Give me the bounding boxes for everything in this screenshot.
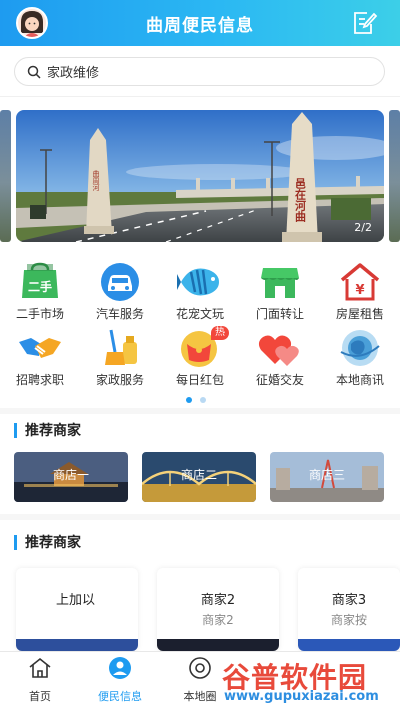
- section-separator: [0, 408, 400, 414]
- car-icon: [97, 262, 143, 302]
- svg-text:¥: ¥: [355, 283, 364, 298]
- red-packet-icon: 热: [177, 326, 229, 368]
- handshake-icon: [17, 328, 63, 368]
- section-title: 推荐商家: [25, 535, 81, 551]
- merchant-card-1[interactable]: 上加以: [16, 568, 138, 651]
- merchant-card-3[interactable]: 商家3 商家按: [298, 568, 400, 651]
- category-label: 家政服务: [95, 373, 144, 387]
- banner-prev-peek[interactable]: [0, 110, 11, 242]
- tab-home[interactable]: 首页: [0, 656, 80, 704]
- category-local-news[interactable]: 本地商讯: [320, 328, 400, 388]
- fish-icon: [177, 262, 223, 302]
- page-title: 曲周便民信息: [146, 15, 254, 36]
- category-housekeeping[interactable]: 家政服务: [80, 328, 160, 388]
- cleaning-icon: [97, 328, 143, 368]
- banner-image: 曲周河 邑在河曲: [16, 110, 384, 242]
- merchant-image-strip: [16, 639, 138, 651]
- pager-dot[interactable]: [200, 397, 206, 403]
- shop-name: 商店三: [308, 468, 345, 482]
- banner-sign-left: 曲周河: [92, 169, 100, 191]
- shop-name: 商店一: [52, 468, 89, 482]
- section-separator: [0, 514, 400, 520]
- section-header: 推荐商家: [14, 420, 81, 440]
- category-label: 本地商讯: [335, 373, 384, 387]
- shop-card-2[interactable]: 商店二: [142, 452, 256, 502]
- category-label: 征婚交友: [255, 373, 304, 387]
- category-label: 门面转让: [255, 307, 304, 321]
- pager-dot-active[interactable]: [186, 397, 192, 403]
- divider: [0, 96, 400, 97]
- category-second-hand[interactable]: 二手 二手市场: [0, 262, 80, 322]
- merchant-subtitle: 商家2: [202, 613, 234, 627]
- avatar[interactable]: [16, 7, 48, 39]
- category-jobs[interactable]: 招聘求职: [0, 328, 80, 388]
- merchant-name: 上加以: [56, 593, 96, 608]
- second-hand-icon: 二手: [17, 262, 63, 302]
- home-icon: [29, 657, 51, 678]
- tab-services[interactable]: 便民信息: [80, 656, 160, 704]
- search-input[interactable]: 家政维修: [14, 57, 385, 86]
- merchant-name: 商家2: [200, 593, 236, 608]
- tab-label: 便民信息: [98, 690, 142, 703]
- tab-local-circle[interactable]: 本地圈: [160, 656, 240, 704]
- merchant-image-strip: [298, 639, 400, 651]
- category-pets[interactable]: 花宠文玩: [160, 262, 240, 322]
- category-housing[interactable]: ¥ 房屋租售: [320, 262, 400, 322]
- edit-icon[interactable]: [352, 10, 378, 36]
- search-text: 家政维修: [47, 66, 100, 81]
- shopfront-icon: [257, 262, 303, 302]
- category-car-service[interactable]: 汽车服务: [80, 262, 160, 322]
- category-shopfront[interactable]: 门面转让: [240, 262, 320, 322]
- tab-label: 首页: [29, 690, 51, 703]
- globe-icon: [337, 328, 383, 368]
- category-label: 汽车服务: [95, 307, 144, 321]
- category-label: 每日红包: [175, 373, 224, 387]
- shop-name: 商店二: [180, 468, 217, 482]
- shop-card-3[interactable]: 商店三: [270, 452, 384, 502]
- section-accent-bar: [14, 534, 17, 550]
- shop-card-1[interactable]: 商店一: [14, 452, 128, 502]
- category-label: 招聘求职: [15, 373, 64, 387]
- svg-text:二手: 二手: [28, 279, 52, 294]
- banner-counter: 2/2: [354, 221, 372, 234]
- category-label: 房屋租售: [335, 307, 384, 321]
- category-label: 二手市场: [15, 307, 64, 321]
- category-red-packet[interactable]: 热 每日红包: [160, 326, 240, 388]
- banner-sign-right: 邑在河曲: [294, 178, 307, 223]
- local-circle-icon: [189, 657, 211, 679]
- pager-dots: [186, 397, 206, 403]
- bottom-tab-bar: 首页 便民信息 本地圈: [0, 651, 400, 711]
- app-header: 曲周便民信息: [0, 0, 400, 46]
- search-icon: [27, 65, 41, 79]
- merchant-subtitle: 商家按: [330, 613, 367, 627]
- merchant-image-strip: [157, 639, 279, 651]
- section-title: 推荐商家: [25, 423, 81, 439]
- banner-carousel[interactable]: 曲周河 邑在河曲 2/2: [16, 110, 384, 242]
- category-label: 花宠文玩: [175, 307, 224, 321]
- house-icon: ¥: [337, 262, 383, 302]
- hot-badge: 热: [211, 326, 229, 340]
- category-dating[interactable]: 征婚交友: [240, 328, 320, 388]
- section-accent-bar: [14, 422, 17, 438]
- hearts-icon: [257, 328, 303, 368]
- merchant-card-2[interactable]: 商家2 商家2: [157, 568, 279, 651]
- banner-next-peek[interactable]: [389, 110, 400, 242]
- service-icon: [109, 657, 131, 679]
- section-header: 推荐商家: [14, 532, 81, 552]
- merchant-name: 商家3: [331, 593, 367, 608]
- tab-label: 本地圈: [183, 690, 217, 703]
